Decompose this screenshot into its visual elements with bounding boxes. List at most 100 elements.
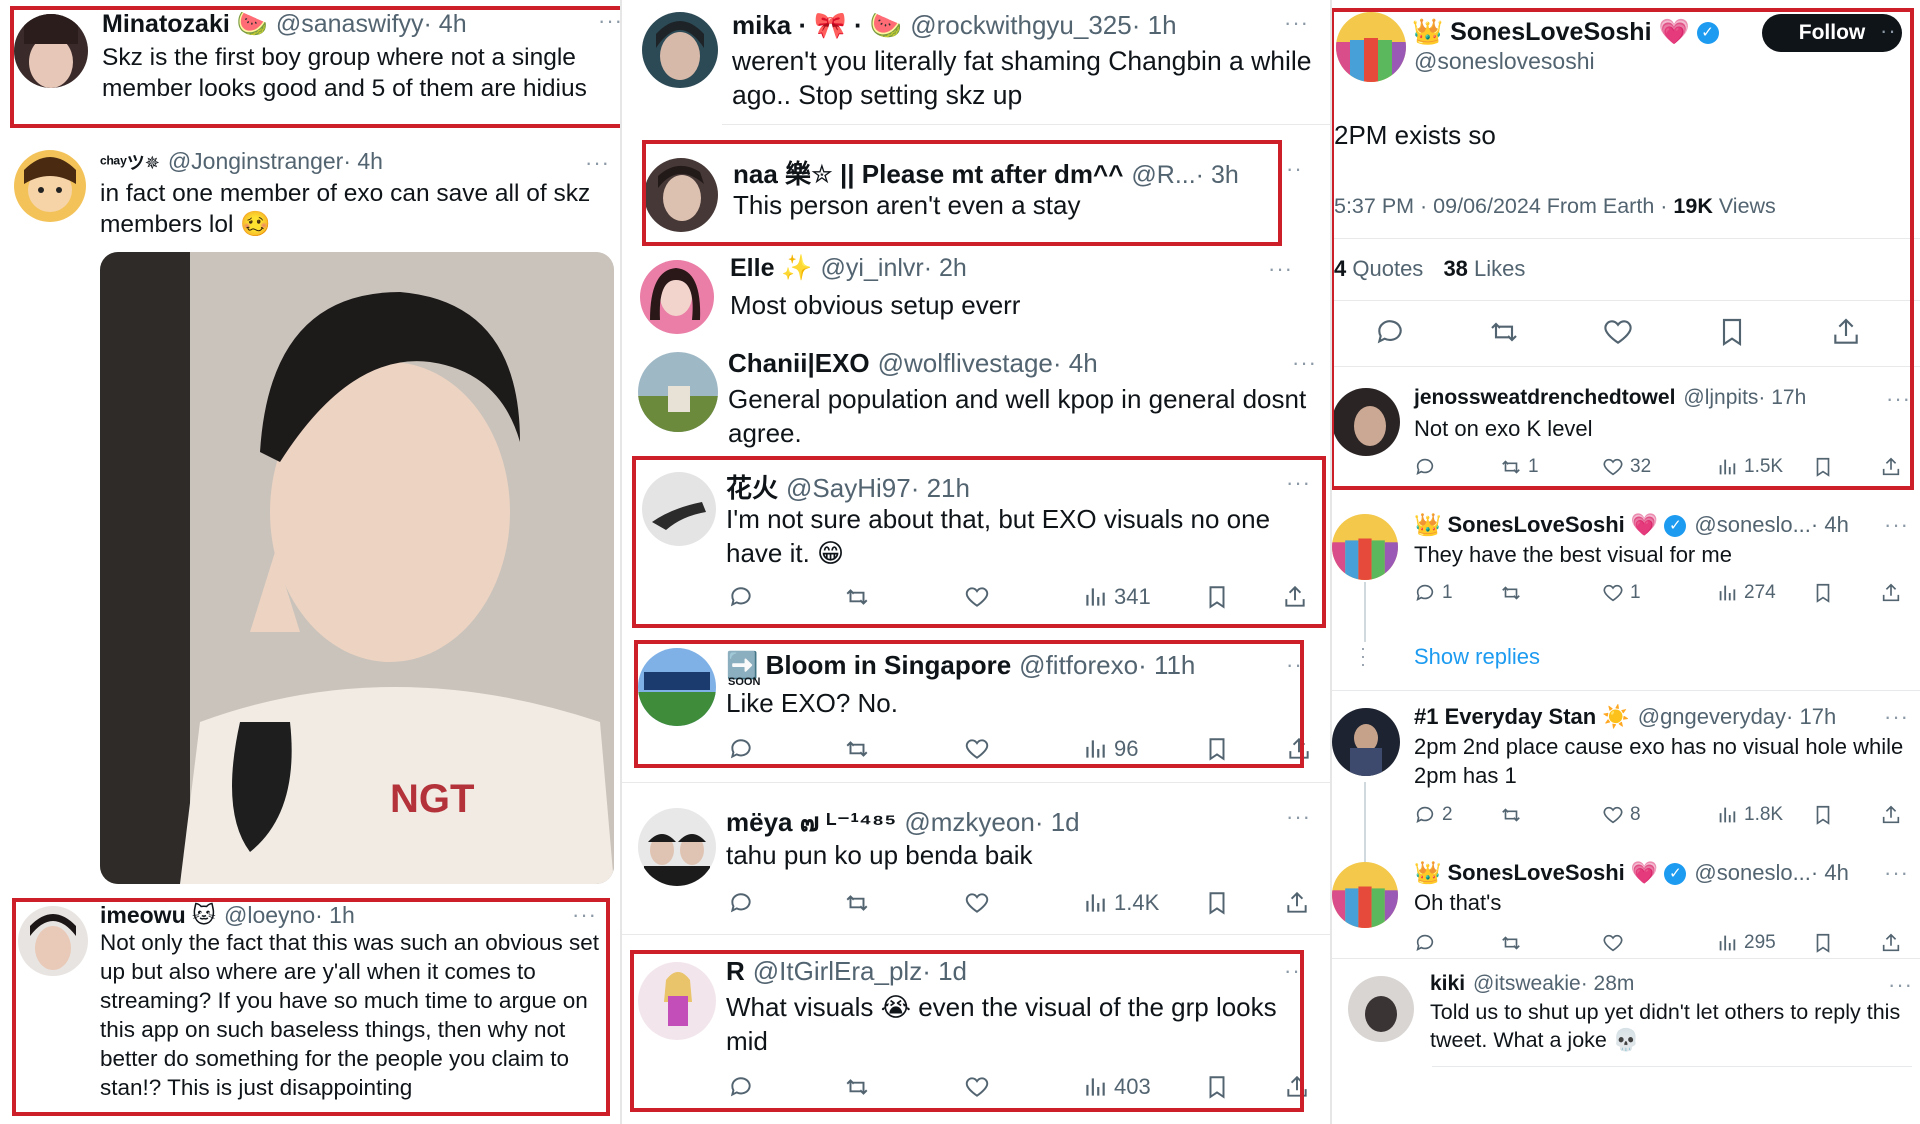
views-button[interactable]: 274 bbox=[1716, 582, 1776, 604]
author-handle[interactable]: @ljnpits bbox=[1683, 386, 1758, 409]
author-handle[interactable]: @yi_inlvr bbox=[821, 254, 924, 282]
like-button[interactable] bbox=[1602, 932, 1624, 954]
tweet-time[interactable]: · 1d bbox=[922, 956, 967, 986]
like-button[interactable]: 8 bbox=[1602, 804, 1641, 826]
retweet-button[interactable] bbox=[1500, 932, 1522, 954]
reply-button[interactable] bbox=[1414, 456, 1436, 478]
author-name[interactable]: Minatozaki 🍉 bbox=[102, 10, 268, 38]
bookmark-button[interactable] bbox=[1204, 584, 1230, 610]
author-name[interactable]: 花火 bbox=[726, 473, 778, 503]
author-handle[interactable]: @wolflivestage bbox=[878, 348, 1053, 378]
more-options-icon[interactable]: ·· bbox=[1284, 958, 1301, 984]
reply-button[interactable]: 2 bbox=[1414, 804, 1453, 826]
avatar[interactable] bbox=[638, 962, 716, 1040]
share-button[interactable] bbox=[1880, 804, 1902, 826]
views-button[interactable]: 1.5K bbox=[1716, 456, 1783, 478]
more-options-icon[interactable]: ··· bbox=[1888, 972, 1913, 998]
more-options-icon[interactable]: ··· bbox=[1886, 386, 1911, 412]
bookmark-button[interactable] bbox=[1812, 456, 1834, 478]
avatar[interactable] bbox=[1332, 514, 1398, 580]
retweet-button[interactable] bbox=[844, 1074, 870, 1100]
avatar[interactable] bbox=[14, 150, 86, 222]
retweet-button[interactable] bbox=[1500, 804, 1522, 826]
views-button[interactable]: 96 bbox=[1082, 736, 1138, 762]
share-button[interactable] bbox=[1830, 316, 1862, 348]
like-button[interactable] bbox=[964, 736, 990, 762]
more-options-icon[interactable]: ··· bbox=[1884, 860, 1909, 886]
avatar[interactable] bbox=[644, 158, 718, 232]
author-name[interactable]: 👑 SonesLoveSoshi 💗 bbox=[1414, 512, 1658, 537]
more-options-icon[interactable]: ··· bbox=[1286, 804, 1311, 830]
avatar[interactable] bbox=[642, 12, 718, 88]
avatar[interactable] bbox=[1336, 12, 1406, 82]
author-handle[interactable]: @sanaswifyy bbox=[276, 10, 424, 38]
author-handle[interactable]: @R... bbox=[1131, 161, 1195, 189]
likes-label[interactable]: Likes bbox=[1474, 256, 1525, 281]
avatar[interactable] bbox=[638, 808, 716, 886]
bookmark-button[interactable] bbox=[1812, 932, 1834, 954]
share-button[interactable] bbox=[1284, 1074, 1310, 1100]
bookmark-button[interactable] bbox=[1812, 582, 1834, 604]
bookmark-button[interactable] bbox=[1716, 316, 1748, 348]
share-button[interactable] bbox=[1282, 584, 1308, 610]
tweet-time[interactable]: · 1h bbox=[1132, 10, 1177, 40]
retweet-button[interactable] bbox=[1488, 316, 1520, 348]
author-handle[interactable]: @itsweakie bbox=[1473, 972, 1581, 995]
views-button[interactable]: 403 bbox=[1082, 1074, 1151, 1100]
tweet-time[interactable]: · 4h bbox=[343, 148, 383, 174]
more-options-icon[interactable]: ·· bbox=[1286, 652, 1303, 678]
tweet-time[interactable]: · 17h bbox=[1758, 386, 1806, 409]
avatar[interactable] bbox=[638, 352, 718, 432]
bookmark-button[interactable] bbox=[1204, 890, 1230, 916]
author-handle[interactable]: @mzkyeon bbox=[904, 807, 1034, 837]
more-options-icon[interactable]: ··· bbox=[572, 902, 597, 928]
author-name[interactable]: Elle ✨ bbox=[730, 254, 813, 282]
retweet-button[interactable] bbox=[844, 890, 870, 916]
author-handle[interactable]: @fitforexo bbox=[1019, 650, 1138, 680]
like-button[interactable]: 1 bbox=[1602, 582, 1641, 604]
avatar[interactable] bbox=[642, 472, 716, 546]
like-button[interactable] bbox=[964, 1074, 990, 1100]
tweet-time[interactable]: · 1h bbox=[315, 902, 355, 928]
views-button[interactable]: 295 bbox=[1716, 932, 1776, 954]
like-button[interactable] bbox=[964, 890, 990, 916]
author-name[interactable]: naa 樂✮ || Please mt after dm^^ bbox=[733, 159, 1123, 189]
views-button[interactable]: 1.4K bbox=[1082, 890, 1159, 916]
tweet-time[interactable]: · 21h bbox=[911, 473, 970, 503]
author-name[interactable]: ➡️ Bloom in Singapore bbox=[726, 650, 1011, 680]
author-name[interactable]: Chanii|EXO bbox=[728, 348, 870, 378]
tweet-time[interactable]: · 2h bbox=[924, 254, 967, 282]
more-options-icon[interactable]: ·· bbox=[1286, 156, 1303, 182]
more-options-icon[interactable]: ··· bbox=[585, 150, 610, 176]
author-name[interactable]: 👑 SonesLoveSoshi 💗 bbox=[1414, 860, 1658, 885]
tweet-time[interactable]: · 17h bbox=[1786, 704, 1836, 729]
avatar[interactable] bbox=[640, 260, 714, 334]
share-button[interactable] bbox=[1880, 456, 1902, 478]
retweet-button[interactable] bbox=[844, 584, 870, 610]
bookmark-button[interactable] bbox=[1204, 736, 1230, 762]
more-options-icon[interactable]: ··· bbox=[1286, 470, 1311, 496]
tweet-time[interactable]: · 28m bbox=[1581, 972, 1635, 995]
avatar[interactable] bbox=[14, 14, 88, 88]
author-name[interactable]: R bbox=[726, 956, 745, 986]
author-name[interactable]: mika · 🎀 · 🍉 bbox=[732, 10, 902, 40]
reply-button[interactable] bbox=[728, 584, 754, 610]
quotes-label[interactable]: Quotes bbox=[1352, 256, 1423, 281]
reply-button[interactable] bbox=[728, 736, 754, 762]
author-handle[interactable]: @soneslovesoshi bbox=[1414, 48, 1595, 75]
avatar[interactable] bbox=[18, 906, 88, 976]
author-handle[interactable]: @gngeveryday bbox=[1638, 704, 1786, 729]
author-name[interactable]: kiki bbox=[1430, 972, 1465, 995]
bookmark-button[interactable] bbox=[1812, 804, 1834, 826]
author-name[interactable]: jenossweatdrenchedtowel bbox=[1414, 386, 1675, 409]
reply-button[interactable] bbox=[1374, 316, 1406, 348]
author-handle[interactable]: @loeyno bbox=[224, 902, 315, 928]
share-button[interactable] bbox=[1880, 932, 1902, 954]
more-options-icon[interactable]: ··· bbox=[1268, 256, 1293, 282]
author-handle[interactable]: @soneslo... bbox=[1694, 512, 1811, 537]
share-button[interactable] bbox=[1284, 890, 1310, 916]
author-handle[interactable]: @rockwithgyu_325 bbox=[910, 10, 1132, 40]
tweet-time[interactable]: · 4h bbox=[1811, 860, 1849, 885]
avatar[interactable] bbox=[638, 648, 716, 726]
avatar[interactable] bbox=[1332, 862, 1398, 928]
